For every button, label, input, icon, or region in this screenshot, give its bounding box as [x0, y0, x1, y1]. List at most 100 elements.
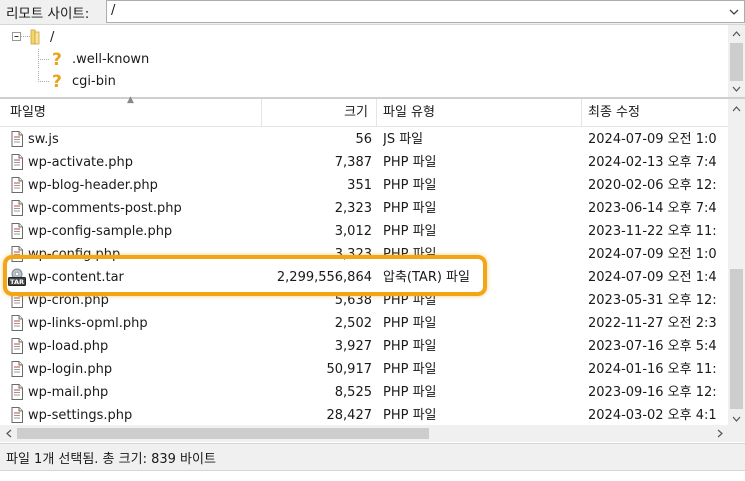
file-row-wp-blog-header-php[interactable]: wp-blog-header.php 351 PHP 파일 2020-02-06 오후…	[0, 174, 728, 197]
file-modified: 2024-07-09 오전 1:0	[588, 247, 717, 262]
file-icon	[11, 315, 23, 335]
svg-text:TAR: TAR	[10, 278, 24, 286]
file-name: wp-mail.php	[28, 385, 109, 400]
list-scroll-thumb[interactable]	[730, 269, 743, 409]
remote-path-combobox[interactable]: /	[106, 0, 745, 23]
file-row-wp-config-sample-php[interactable]: wp-config-sample.php 3,012 PHP 파일 2023-11-2…	[0, 220, 728, 243]
tree-item-root[interactable]: /	[12, 26, 54, 48]
file-type: PHP 파일	[383, 408, 437, 423]
file-size: 3,012	[334, 224, 372, 239]
file-name: wp-links-opml.php	[28, 316, 148, 331]
scroll-up-icon[interactable]	[728, 100, 745, 117]
tree-root-label[interactable]: /	[50, 30, 54, 45]
horizontal-scroll-thumb[interactable]	[17, 428, 429, 439]
list-vertical-scrollbar[interactable]	[728, 99, 745, 427]
scroll-down-icon[interactable]	[728, 80, 745, 97]
file-modified: 2024-07-09 오전 1:4	[588, 270, 717, 285]
unknown-folder-icon: ?	[38, 49, 62, 69]
file-size: 2,299,556,864	[276, 270, 372, 285]
file-icon	[11, 223, 23, 243]
column-header-size[interactable]: 크기	[262, 99, 377, 127]
tree-scroll-thumb[interactable]	[730, 43, 743, 81]
unknown-folder-icon: ?	[38, 71, 62, 91]
file-size: 50,917	[326, 362, 373, 377]
file-type: PHP 파일	[383, 224, 437, 239]
status-bar: 파일 1개 선택됨. 총 크기: 839 바이트	[0, 443, 745, 470]
file-icon	[11, 407, 23, 427]
tar-archive-icon: TAR	[8, 268, 26, 290]
tree-item-label[interactable]: cgi-bin	[72, 74, 116, 89]
file-row-wp-content-tar[interactable]: TAR wp-content.tar 2,299,556,864 압축(TAR) 파일…	[0, 266, 728, 289]
file-row-wp-links-opml-php[interactable]: wp-links-opml.php 2,502 PHP 파일 2022-11-27 오…	[0, 312, 728, 335]
file-modified: 2023-06-14 오후 7:4	[588, 201, 717, 216]
file-size: 28,427	[326, 408, 373, 423]
file-modified: 2023-05-31 오후 12:	[588, 293, 717, 308]
scrollbar-corner	[728, 425, 745, 442]
file-type: 압축(TAR) 파일	[383, 270, 470, 285]
file-row-sw-js[interactable]: sw.js 56 JS 파일 2024-07-09 오전 1:0	[0, 128, 728, 151]
file-type: PHP 파일	[383, 247, 437, 262]
column-header-name[interactable]: 파일명	[0, 99, 262, 127]
file-row-wp-mail-php[interactable]: wp-mail.php 8,525 PHP 파일 2023-09-16 오후 12:	[0, 381, 728, 404]
scroll-up-icon[interactable]	[728, 25, 745, 42]
file-size: 7,387	[334, 155, 372, 170]
file-name: wp-blog-header.php	[28, 178, 158, 193]
file-row-wp-login-php[interactable]: wp-login.php 50,917 PHP 파일 2024-01-16 오후 11…	[0, 358, 728, 381]
file-size: 2,502	[334, 316, 372, 331]
file-row-wp-activate-php[interactable]: wp-activate.php 7,387 PHP 파일 2024-02-13 오후 …	[0, 151, 728, 174]
remote-site-bar: 리모트 사이트: /	[0, 0, 745, 24]
file-name: wp-config.php	[28, 247, 121, 262]
remote-file-list[interactable]: ▲ 파일명 크기 파일 유형 최종 수정 sw.js 56 JS 파일 2024-07…	[0, 95, 745, 439]
tree-item-cgi-bin[interactable]: ? cgi-bin	[38, 70, 116, 92]
file-type: PHP 파일	[383, 155, 437, 170]
file-icon	[11, 384, 23, 404]
file-row-wp-config-php[interactable]: wp-config.php 3,323 PHP 파일 2024-07-09 오전 1:…	[0, 243, 728, 266]
file-name: wp-activate.php	[28, 155, 134, 170]
file-modified: 2024-02-13 오후 7:4	[588, 155, 717, 170]
svg-text:?: ?	[52, 50, 62, 69]
file-size: 8,525	[334, 385, 372, 400]
tree-expander-icon[interactable]	[12, 27, 48, 47]
file-modified: 2022-11-27 오전 2:3	[588, 316, 717, 331]
file-modified: 2023-11-22 오후 11:	[588, 224, 717, 239]
file-row-wp-comments-post-php[interactable]: wp-comments-post.php 2,323 PHP 파일 2023-06-1…	[0, 197, 728, 220]
bottom-panel-edge	[0, 470, 745, 481]
column-header-type[interactable]: 파일 유형	[377, 99, 582, 127]
list-horizontal-scrollbar[interactable]	[0, 425, 728, 442]
file-type: PHP 파일	[383, 293, 437, 308]
file-type: PHP 파일	[383, 362, 437, 377]
svg-text:?: ?	[52, 72, 62, 91]
file-type: PHP 파일	[383, 385, 437, 400]
file-modified: 2023-09-16 오후 12:	[588, 385, 717, 400]
file-rows: sw.js 56 JS 파일 2024-07-09 오전 1:0 wp-activate…	[0, 128, 728, 428]
remote-directory-tree[interactable]: / ? .well-known ? cgi-bin	[0, 24, 745, 97]
remote-site-label: 리모트 사이트:	[6, 6, 90, 22]
scroll-right-icon[interactable]	[711, 425, 728, 442]
file-size: 5,638	[334, 293, 372, 308]
tree-vertical-scrollbar[interactable]	[728, 25, 745, 97]
column-header-modified[interactable]: 최종 수정	[582, 99, 728, 127]
file-size: 351	[347, 178, 372, 193]
file-row-wp-load-php[interactable]: wp-load.php 3,927 PHP 파일 2023-07-16 오후 5:4	[0, 335, 728, 358]
scroll-left-icon[interactable]	[0, 425, 17, 442]
file-name: wp-settings.php	[28, 408, 133, 423]
file-type: PHP 파일	[383, 316, 437, 331]
selection-status-text: 파일 1개 선택됨. 총 크기: 839 바이트	[6, 452, 216, 467]
file-icon	[11, 154, 23, 174]
file-type: PHP 파일	[383, 201, 437, 216]
file-icon	[11, 131, 23, 151]
file-type: PHP 파일	[383, 339, 437, 354]
file-size: 56	[355, 132, 372, 147]
file-name: wp-content.tar	[28, 270, 124, 285]
file-name: wp-login.php	[28, 362, 113, 377]
tree-item-label[interactable]: .well-known	[72, 52, 149, 67]
file-name: wp-cron.php	[28, 293, 109, 308]
file-row-wp-cron-php[interactable]: wp-cron.php 5,638 PHP 파일 2023-05-31 오후 12:	[0, 289, 728, 312]
remote-path-value[interactable]: /	[111, 3, 115, 18]
file-name: sw.js	[28, 132, 59, 147]
file-row-wp-settings-php[interactable]: wp-settings.php 28,427 PHP 파일 2024-03-02 오후…	[0, 404, 728, 427]
file-icon	[11, 292, 23, 312]
file-name: wp-load.php	[28, 339, 109, 354]
chevron-down-icon[interactable]	[724, 1, 744, 22]
tree-item-well-known[interactable]: ? .well-known	[38, 48, 149, 70]
